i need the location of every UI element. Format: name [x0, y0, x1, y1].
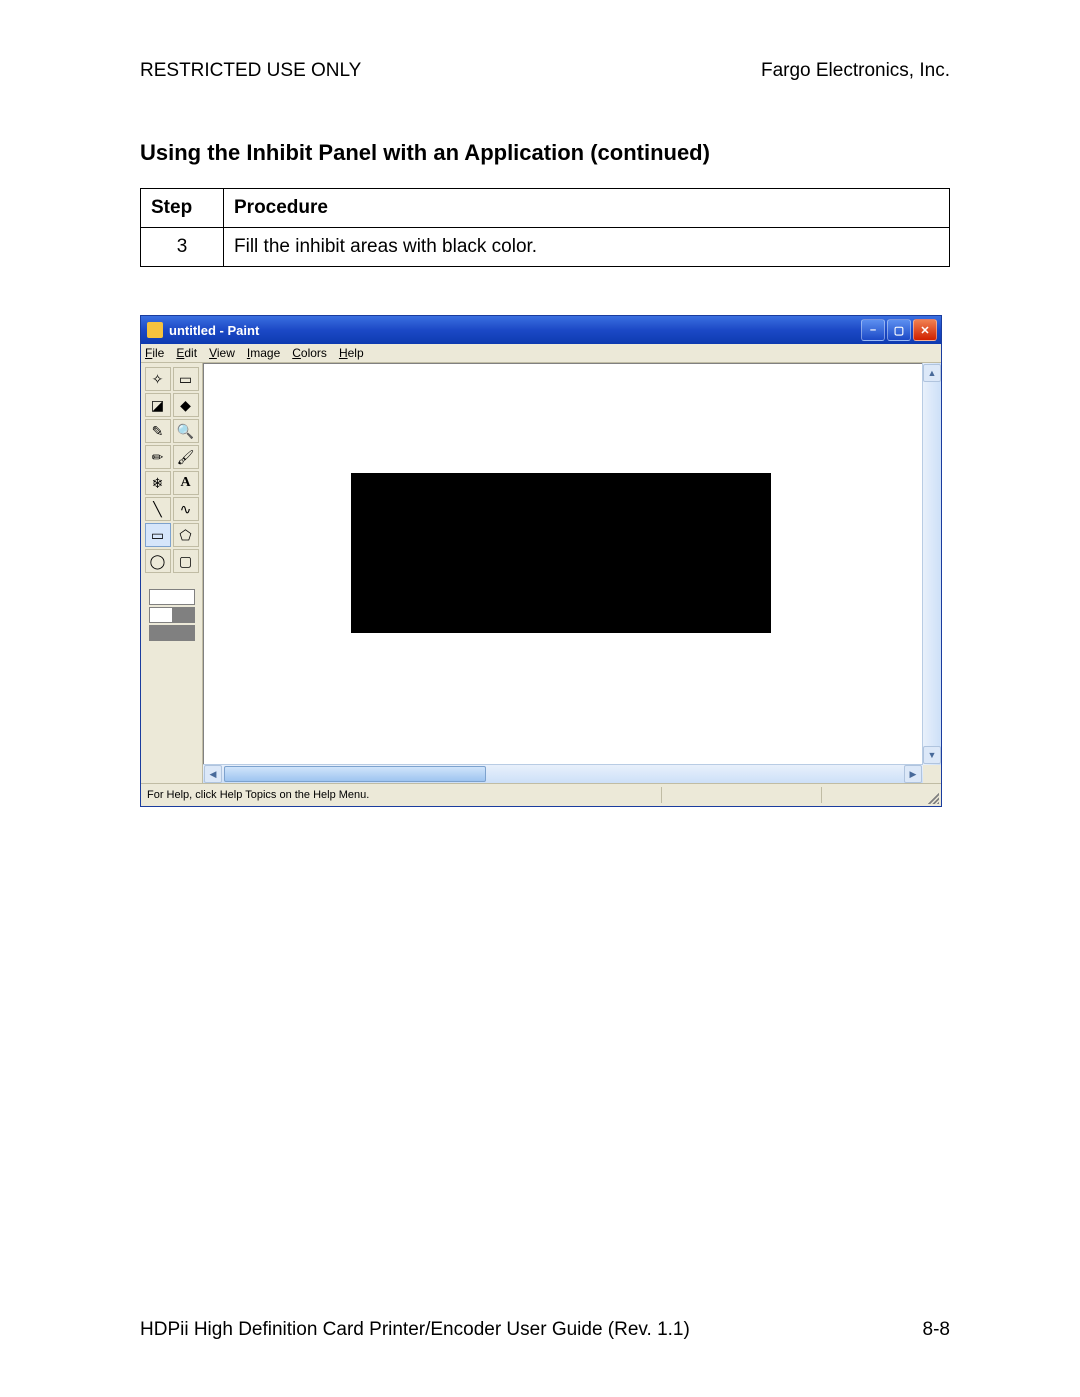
- tool-options: [149, 589, 195, 641]
- scroll-left-icon[interactable]: ◀: [204, 765, 222, 783]
- status-divider: [821, 787, 822, 803]
- maximize-button[interactable]: ▢: [887, 319, 911, 341]
- polygon-tool-icon[interactable]: ⬠: [173, 523, 199, 547]
- canvas-viewport: ▲ ▼ ◀ ▶: [203, 363, 941, 783]
- fill-option-outline-fill[interactable]: [149, 607, 195, 623]
- titlebar[interactable]: untitled - Paint – ▢ ✕: [141, 316, 941, 344]
- th-procedure: Procedure: [224, 189, 950, 228]
- magnify-tool-icon[interactable]: 🔍: [173, 419, 199, 443]
- cell-step: 3: [141, 228, 224, 267]
- menu-image[interactable]: Image: [247, 346, 280, 360]
- rect-select-tool-icon[interactable]: ▭: [173, 367, 199, 391]
- close-button[interactable]: ✕: [913, 319, 937, 341]
- brush-tool-icon[interactable]: 🖌: [173, 445, 199, 469]
- line-tool-icon[interactable]: ╲: [145, 497, 171, 521]
- round-rect-tool-icon[interactable]: ▢: [173, 549, 199, 573]
- black-rectangle: [351, 473, 771, 633]
- th-step: Step: [141, 189, 224, 228]
- app-icon: [147, 322, 163, 338]
- airbrush-tool-icon[interactable]: ❄: [145, 471, 171, 495]
- menu-file[interactable]: File: [145, 346, 164, 360]
- window-title: untitled - Paint: [169, 323, 259, 338]
- pencil-tool-icon[interactable]: ✏: [145, 445, 171, 469]
- vertical-scrollbar[interactable]: ▲ ▼: [922, 363, 941, 765]
- ellipse-tool-icon[interactable]: ◯: [145, 549, 171, 573]
- status-text: For Help, click Help Topics on the Help …: [147, 789, 369, 801]
- paint-window: untitled - Paint – ▢ ✕ File Edit View Im…: [140, 315, 942, 807]
- text-tool-icon[interactable]: A: [173, 471, 199, 495]
- scroll-up-icon[interactable]: ▲: [923, 364, 941, 382]
- eraser-tool-icon[interactable]: ◪: [145, 393, 171, 417]
- fill-tool-icon[interactable]: ◆: [173, 393, 199, 417]
- scroll-right-icon[interactable]: ▶: [904, 765, 922, 783]
- statusbar: For Help, click Help Topics on the Help …: [141, 783, 941, 806]
- menu-view[interactable]: View: [209, 346, 235, 360]
- footer-right: 8-8: [923, 1319, 950, 1341]
- minimize-button[interactable]: –: [861, 319, 885, 341]
- status-divider: [661, 787, 662, 803]
- scroll-corner: [923, 765, 941, 783]
- menubar: File Edit View Image Colors Help: [141, 344, 941, 363]
- picker-tool-icon[interactable]: ✎: [145, 419, 171, 443]
- fill-option-outline[interactable]: [149, 589, 195, 605]
- horizontal-scrollbar[interactable]: ◀ ▶: [203, 764, 923, 783]
- resize-grip-icon[interactable]: [925, 790, 939, 804]
- free-select-tool-icon[interactable]: ✧: [145, 367, 171, 391]
- rectangle-tool-icon[interactable]: ▭: [145, 523, 171, 547]
- cell-procedure: Fill the inhibit areas with black color.: [224, 228, 950, 267]
- header-left: RESTRICTED USE ONLY: [140, 60, 361, 82]
- fill-option-solid[interactable]: [149, 625, 195, 641]
- hscroll-thumb[interactable]: [224, 766, 486, 782]
- canvas[interactable]: [203, 363, 923, 765]
- menu-colors[interactable]: Colors: [292, 346, 327, 360]
- menu-edit[interactable]: Edit: [176, 346, 197, 360]
- header-right: Fargo Electronics, Inc.: [761, 60, 950, 82]
- footer-left: HDPii High Definition Card Printer/Encod…: [140, 1319, 690, 1341]
- scroll-down-icon[interactable]: ▼: [923, 746, 941, 764]
- procedure-table: Step Procedure 3 Fill the inhibit areas …: [140, 188, 950, 267]
- toolbox: ✧ ▭ ◪ ◆ ✎ 🔍 ✏ 🖌 ❄ A ╲ ∿ ▭ ⬠ ◯ ▢: [141, 363, 203, 783]
- curve-tool-icon[interactable]: ∿: [173, 497, 199, 521]
- menu-help[interactable]: Help: [339, 346, 364, 360]
- section-title: Using the Inhibit Panel with an Applicat…: [140, 140, 950, 166]
- table-row: 3 Fill the inhibit areas with black colo…: [141, 228, 950, 267]
